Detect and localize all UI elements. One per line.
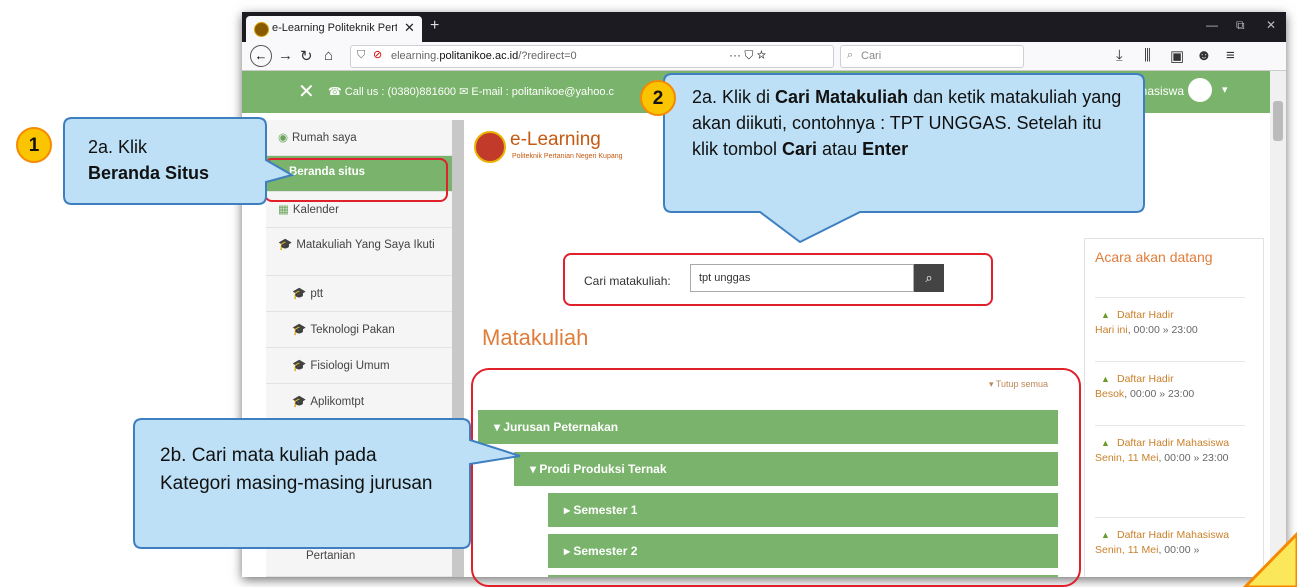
callout-step2-text: 2a. Klik di Cari Matakuliah dan ketik ma…	[692, 87, 1122, 159]
step-2-badge: 2	[640, 80, 676, 116]
corner-badge-icon	[1242, 531, 1297, 587]
callout-step1-text: 2a. Klik Beranda Situs	[88, 137, 210, 183]
callout-step2b-text: 2b. Cari mata kuliah pada Kategori masin…	[160, 445, 433, 494]
step-1-badge: 1	[16, 127, 52, 163]
